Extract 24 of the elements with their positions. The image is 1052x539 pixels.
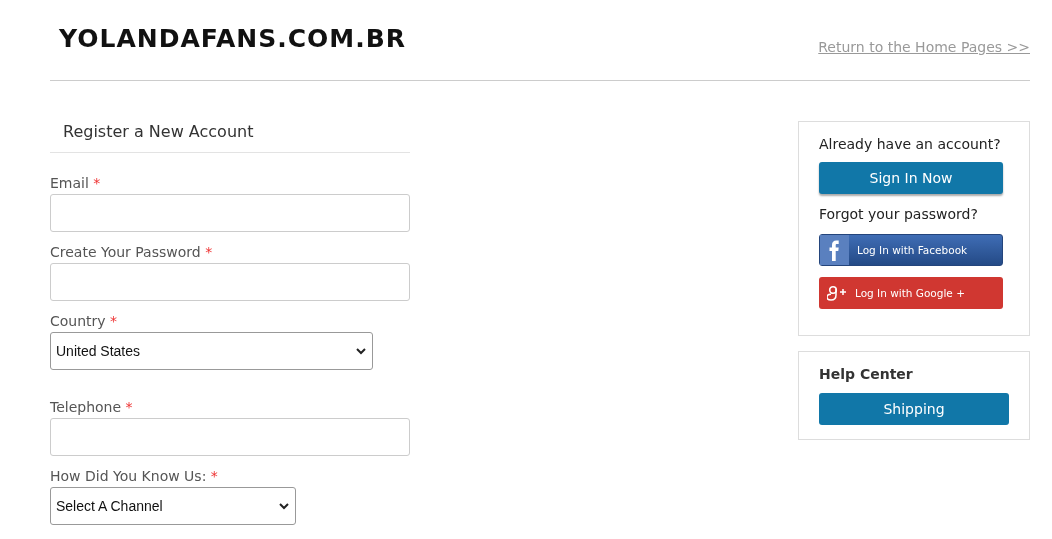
- field-label: Telephone *: [50, 399, 134, 415]
- sign-in-button[interactable]: Sign In Now: [819, 162, 1003, 194]
- chevron-down-icon: [356, 347, 366, 355]
- chevron-down-icon: [279, 502, 289, 510]
- google-login-button[interactable]: Log In with Google +: [819, 277, 1003, 309]
- dropdown[interactable]: Select A Channel: [50, 487, 296, 525]
- home-link[interactable]: Return to the Home Pages >>: [818, 39, 1030, 55]
- input-field[interactable]: [50, 263, 410, 301]
- field-label: Create Your Password *: [50, 244, 214, 260]
- field-label: Email *: [50, 175, 102, 191]
- field-label: How Did You Know Us: *: [50, 468, 219, 484]
- google-plus-icon: [827, 285, 849, 301]
- login-prompt: Already have an account?: [819, 136, 1002, 152]
- field-label: Country *: [50, 313, 119, 329]
- input-field[interactable]: [50, 194, 410, 232]
- facebook-login-button[interactable]: Log In with Facebook: [819, 234, 1003, 266]
- shipping-button[interactable]: Shipping: [819, 393, 1009, 425]
- form-title: Register a New Account: [50, 121, 410, 153]
- site-logo: YOLANDAFANS.COM.BR: [59, 24, 407, 53]
- facebook-icon: [820, 235, 849, 265]
- forgot-password-text: Forgot your password?: [819, 206, 979, 222]
- help-title: Help Center: [819, 366, 914, 382]
- dropdown[interactable]: United States: [50, 332, 373, 370]
- input-field[interactable]: [50, 418, 410, 456]
